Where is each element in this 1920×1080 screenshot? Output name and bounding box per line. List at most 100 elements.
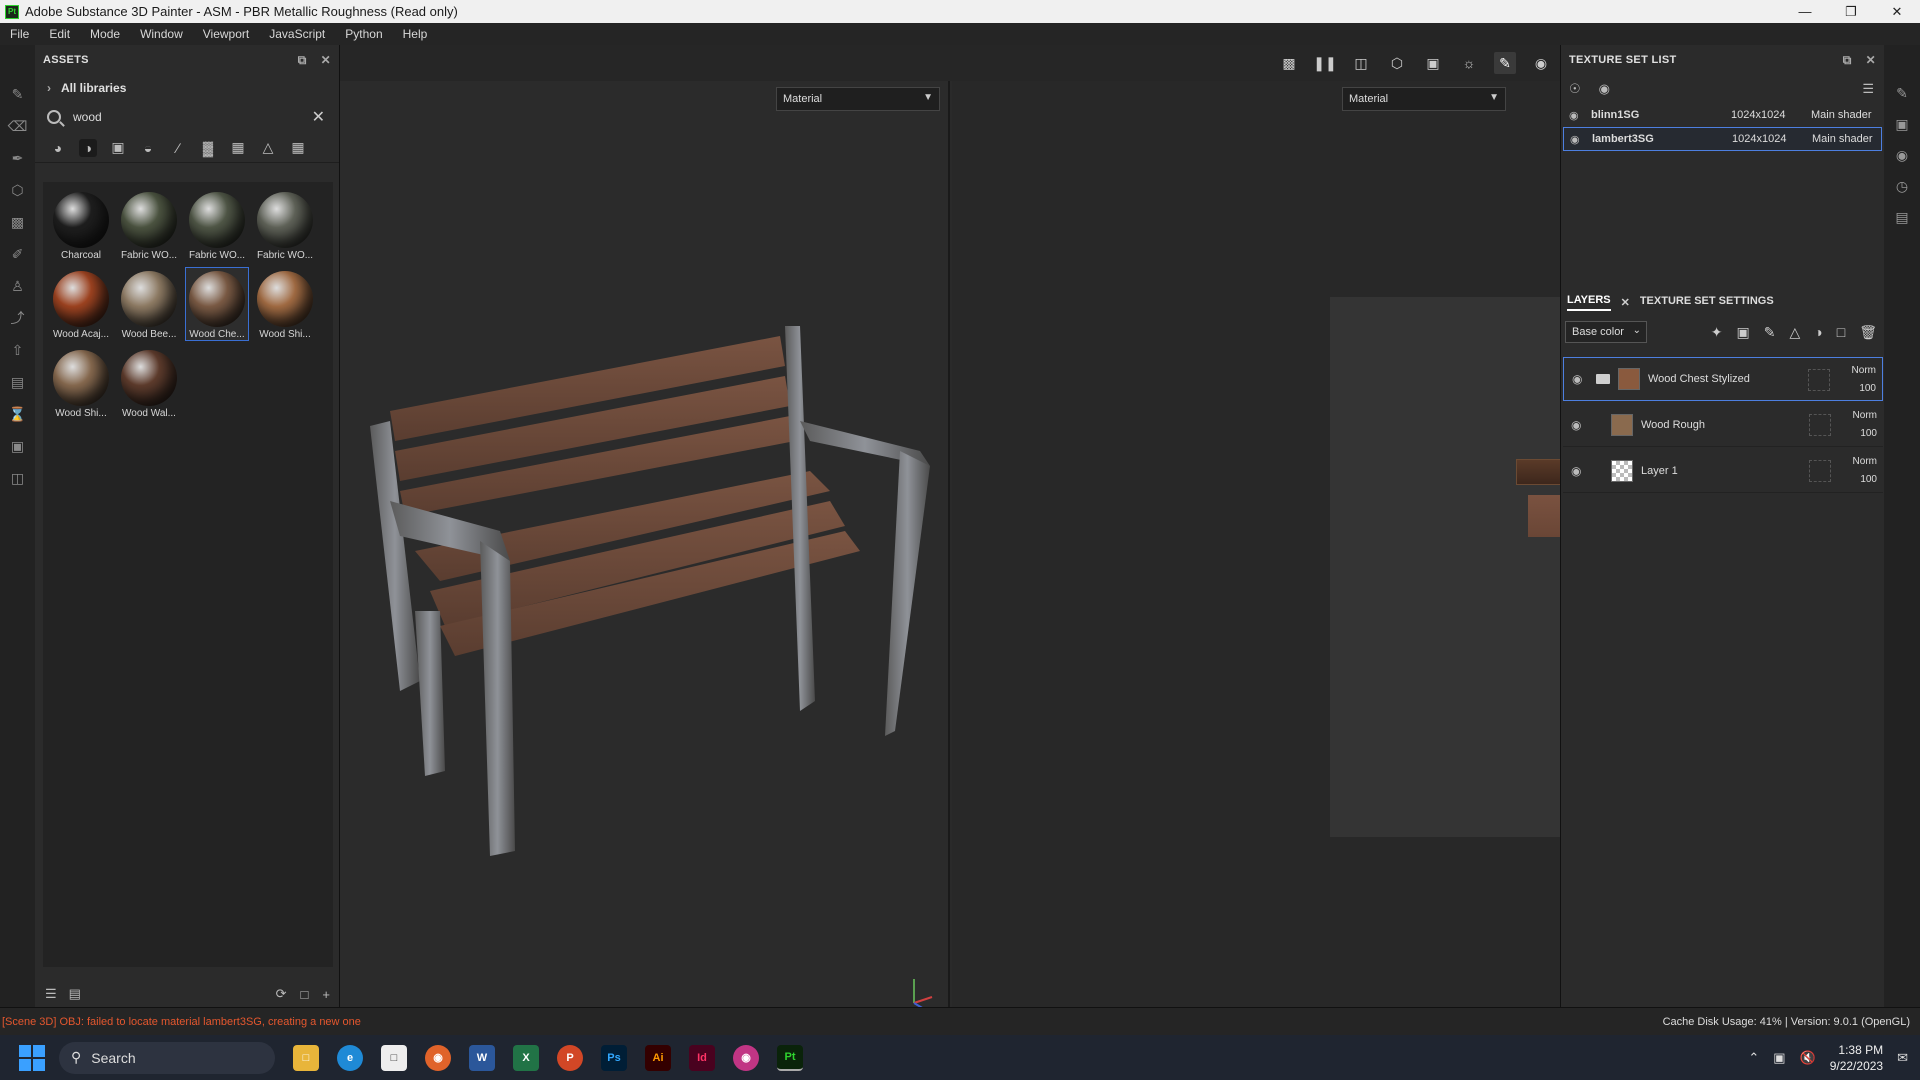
file-explorer-icon[interactable]: □ [293, 1044, 319, 1071]
projection-icon[interactable]: ✒ [9, 149, 27, 167]
firefox-icon[interactable]: ◉ [425, 1044, 451, 1071]
learn-icon[interactable]: ◫ [9, 469, 27, 487]
clock[interactable]: 1:38 PM 9/22/2023 [1830, 1042, 1883, 1074]
polygon-fill-icon[interactable]: ⬡ [9, 181, 27, 199]
pause-icon[interactable]: ❚❚ [1313, 52, 1336, 74]
menu-icon[interactable]: ☰ [1862, 81, 1874, 97]
add-folder-icon[interactable]: □ [1837, 324, 1845, 341]
texture-set-row[interactable]: ◉ lambert3SG 1024x1024 Main shader [1563, 127, 1882, 151]
layer-blend[interactable]: Norm 100 [1852, 362, 1876, 398]
color-picker-icon[interactable]: ♙ [9, 277, 27, 295]
opacity-value[interactable]: 100 [1853, 471, 1877, 489]
display-settings-icon[interactable]: ▣ [1895, 116, 1908, 133]
asset-thumbnail[interactable]: Fabric WO... [185, 188, 249, 262]
filter-icon[interactable]: ⌛ [9, 405, 27, 423]
asset-thumbnail[interactable]: Wood Shi... [253, 267, 317, 341]
tab-layers[interactable]: LAYERS [1567, 294, 1611, 311]
photoshop-icon[interactable]: Ps [601, 1044, 627, 1071]
asset-thumbnail[interactable]: Wood Che... [185, 267, 249, 341]
illustrator-icon[interactable]: Ai [645, 1044, 671, 1071]
asset-thumbnail[interactable]: Wood Wal... [117, 346, 181, 420]
asset-thumbnail[interactable]: Wood Acaj... [49, 267, 113, 341]
shelf-icon[interactable]: ▣ [9, 437, 27, 455]
viewport-2d-mode-dropdown[interactable]: Material ▼ [1342, 87, 1506, 111]
paint-mode-icon[interactable]: ✎ [1494, 52, 1516, 74]
search-input[interactable]: wood [73, 110, 102, 124]
asset-thumbnail[interactable]: Fabric WO... [253, 188, 317, 262]
environments-filter-icon[interactable]: △ [259, 139, 277, 157]
powerpoint-icon[interactable]: P [557, 1044, 583, 1071]
hide-ui-icon[interactable]: ▩ [1278, 52, 1300, 74]
creative-cloud-icon[interactable]: ◉ [733, 1044, 759, 1071]
taskbar-search[interactable]: ⚲ Search [59, 1041, 275, 1074]
edge-icon[interactable]: e [337, 1044, 363, 1071]
substance-painter-icon[interactable]: Pt [777, 1044, 803, 1071]
document-icon[interactable]: □ [381, 1044, 407, 1071]
asset-thumbnail[interactable]: Fabric WO... [117, 188, 181, 262]
asset-search[interactable]: wood ✕ [43, 103, 331, 131]
menu-edit[interactable]: Edit [39, 27, 80, 41]
close-panel-icon[interactable]: ✕ [1866, 53, 1876, 68]
close-panel-icon[interactable]: ✕ [321, 53, 331, 68]
display-settings-icon[interactable]: ☼ [1458, 52, 1480, 74]
asset-thumbnail[interactable]: Wood Bee... [117, 267, 181, 341]
screenshot-icon[interactable]: ◉ [1530, 52, 1552, 74]
excel-icon[interactable]: X [513, 1044, 539, 1071]
hide-eye-icon[interactable]: ☉ [1569, 81, 1581, 97]
folder-icon[interactable]: □ [301, 987, 309, 1002]
clone-icon[interactable]: ✐ [9, 245, 27, 263]
blend-mode[interactable]: Norm [1853, 453, 1877, 471]
eye-icon[interactable]: ◉ [1571, 418, 1589, 432]
layer-row[interactable]: ◉ Wood Rough Norm 100 [1563, 403, 1883, 447]
history-icon[interactable]: ◷ [1896, 178, 1908, 195]
add-paint-layer-icon[interactable]: ✎ [1764, 324, 1776, 341]
eye-icon[interactable]: ◉ [1569, 109, 1581, 122]
bake-icon[interactable]: ▤ [9, 373, 27, 391]
menu-window[interactable]: Window [130, 27, 193, 41]
eye-icon[interactable]: ◉ [1599, 81, 1610, 97]
paint-brush-icon[interactable]: ✎ [9, 85, 27, 103]
chevron-up-icon[interactable]: ⌃ [1748, 1050, 1759, 1066]
export-icon[interactable]: ⇧ [9, 341, 27, 359]
menu-python[interactable]: Python [335, 27, 392, 41]
add-effect-icon[interactable]: ✦ [1711, 324, 1723, 341]
texture-set-row[interactable]: ◉ blinn1SG 1024x1024 Main shader [1563, 103, 1882, 127]
smudge-icon[interactable]: ▩ [9, 213, 27, 231]
tab-texture-set-settings[interactable]: TEXTURE SET SETTINGS [1640, 295, 1774, 310]
blend-mode[interactable]: Norm [1853, 407, 1877, 425]
sort-icon[interactable]: ☰ [45, 986, 57, 1002]
camera-mode-icon[interactable]: ▣ [1422, 52, 1444, 74]
mask-slot[interactable] [1809, 460, 1831, 482]
add-mask-icon[interactable]: ▣ [1737, 324, 1750, 341]
channel-dropdown[interactable]: Base color ⌄ [1565, 321, 1647, 343]
shader-settings-icon[interactable]: ◉ [1896, 147, 1908, 164]
undock-icon[interactable]: ⧉ [1843, 53, 1852, 68]
indesign-icon[interactable]: Id [689, 1044, 715, 1071]
masks-filter-icon[interactable]: ▣ [109, 139, 127, 157]
eye-icon[interactable]: ◉ [1572, 372, 1590, 386]
undock-icon[interactable]: ⧉ [298, 53, 307, 68]
asset-thumbnail[interactable]: Wood Shi... [49, 346, 113, 420]
eye-icon[interactable]: ◉ [1570, 133, 1582, 146]
delete-layer-icon[interactable]: 🗑 [1859, 324, 1877, 341]
viewport-3d[interactable]: Material ▼ [340, 81, 950, 1009]
particles-filter-icon[interactable]: ▓ [199, 139, 217, 157]
minimize-button[interactable]: — [1782, 0, 1828, 23]
refresh-icon[interactable]: ⟳ [276, 986, 287, 1002]
layer-row[interactable]: ◉ Layer 1 Norm 100 [1563, 449, 1883, 493]
volume-muted-icon[interactable]: 🔇 [1800, 1050, 1816, 1066]
smart-materials-filter-icon[interactable]: ◑ [79, 138, 97, 157]
brushes-filter-icon[interactable]: ∕ [169, 139, 187, 157]
menu-help[interactable]: Help [393, 27, 438, 41]
textures-filter-icon[interactable]: ▦ [229, 139, 247, 157]
opacity-value[interactable]: 100 [1853, 425, 1877, 443]
network-icon[interactable]: ▣ [1773, 1050, 1785, 1066]
symmetry-icon[interactable]: ◫ [1350, 52, 1372, 74]
blend-mode[interactable]: Norm [1852, 362, 1876, 380]
list-view-icon[interactable]: ▤ [69, 986, 81, 1002]
cube-icon[interactable]: ⬡ [1386, 52, 1408, 74]
layer-blend[interactable]: Norm 100 [1853, 407, 1877, 443]
menu-viewport[interactable]: Viewport [193, 27, 259, 41]
notifications-icon[interactable]: ✉ [1897, 1050, 1908, 1066]
mask-slot[interactable] [1808, 369, 1830, 391]
